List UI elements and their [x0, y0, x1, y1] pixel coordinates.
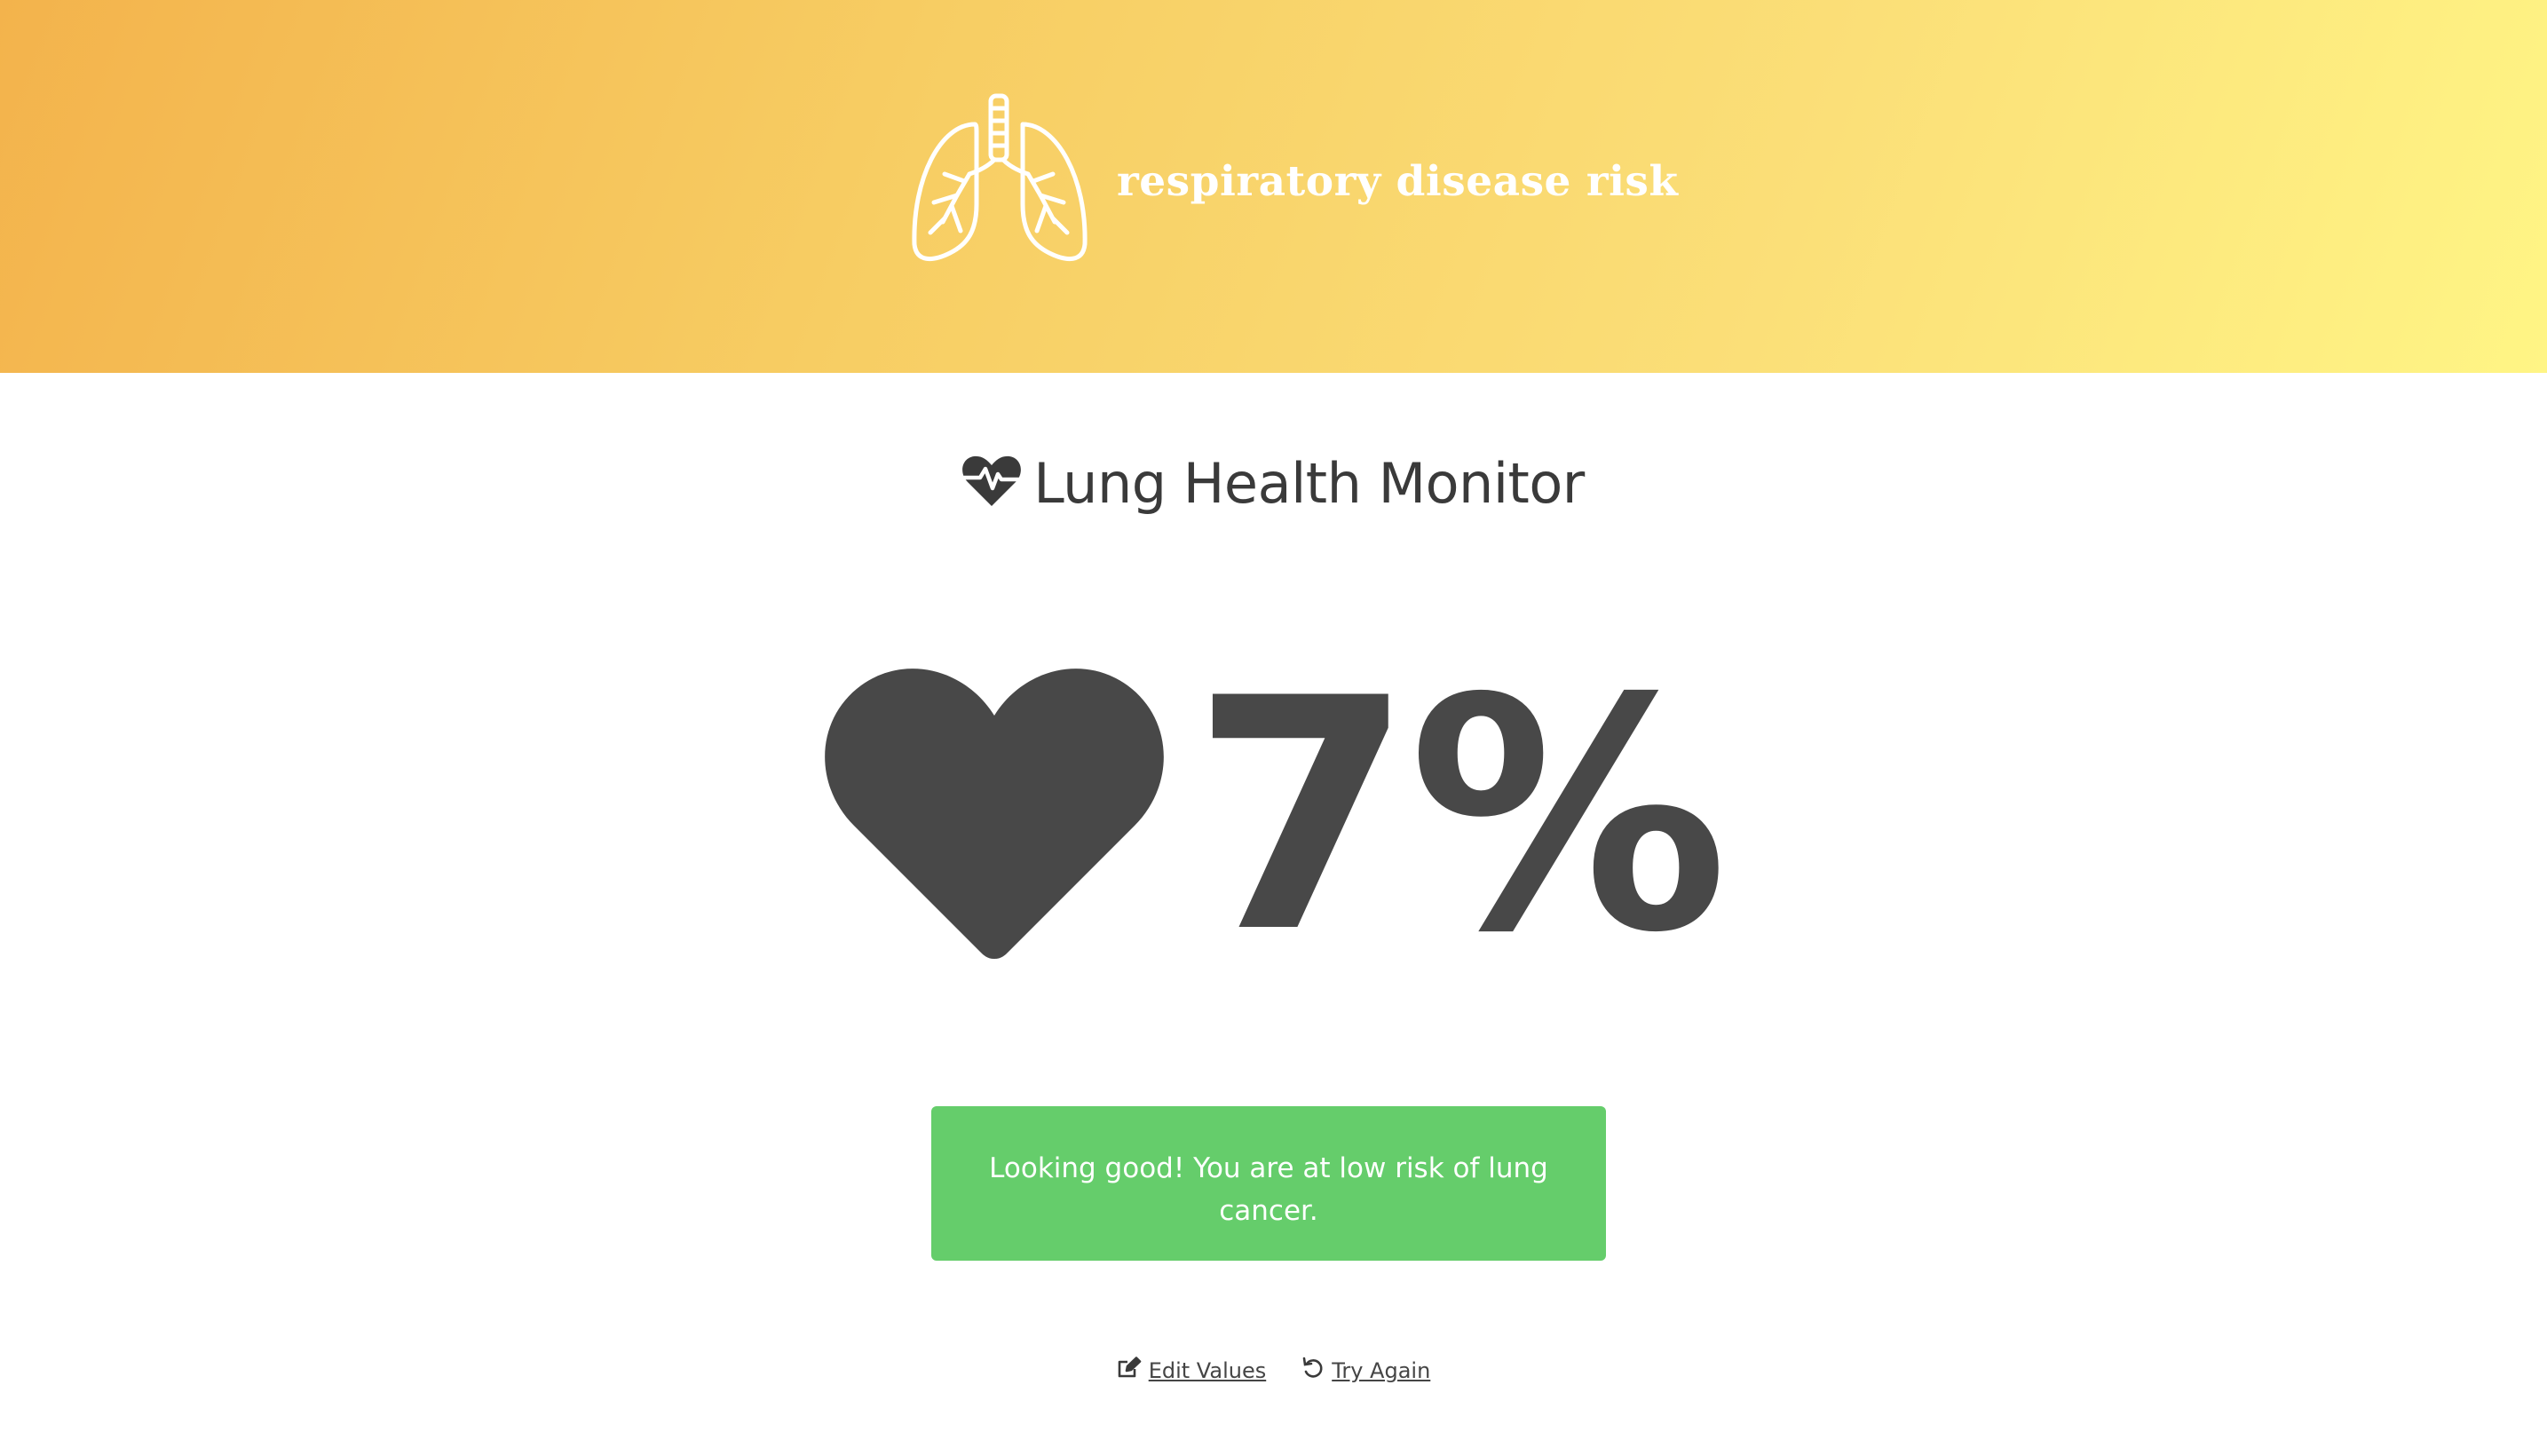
risk-alert-text: Looking good! You are at low risk of lun…: [989, 1152, 1548, 1227]
risk-score: 7%: [0, 657, 2547, 977]
page-title: Lung Health Monitor: [1033, 451, 1585, 516]
risk-alert: Looking good! You are at low risk of lun…: [931, 1106, 1606, 1261]
try-again-label: Try Again: [1332, 1358, 1431, 1383]
brand[interactable]: respiratory disease risk: [906, 89, 1678, 266]
heart-icon: [824, 666, 1165, 969]
header-banner: respiratory disease risk: [0, 0, 2547, 373]
risk-percentage: 7%: [1190, 630, 1728, 1002]
edit-values-link[interactable]: Edit Values: [1117, 1357, 1267, 1385]
heartbeat-icon: [961, 455, 1022, 512]
lungs-icon: [906, 89, 1094, 266]
page-title-row: Lung Health Monitor: [0, 451, 2547, 516]
edit-icon: [1117, 1357, 1142, 1385]
edit-values-label: Edit Values: [1148, 1358, 1267, 1383]
try-again-link[interactable]: Try Again: [1301, 1357, 1430, 1385]
brand-name: respiratory disease risk: [1117, 156, 1679, 206]
undo-icon: [1301, 1357, 1325, 1385]
action-links: Edit Values Try Again: [0, 1357, 2547, 1385]
